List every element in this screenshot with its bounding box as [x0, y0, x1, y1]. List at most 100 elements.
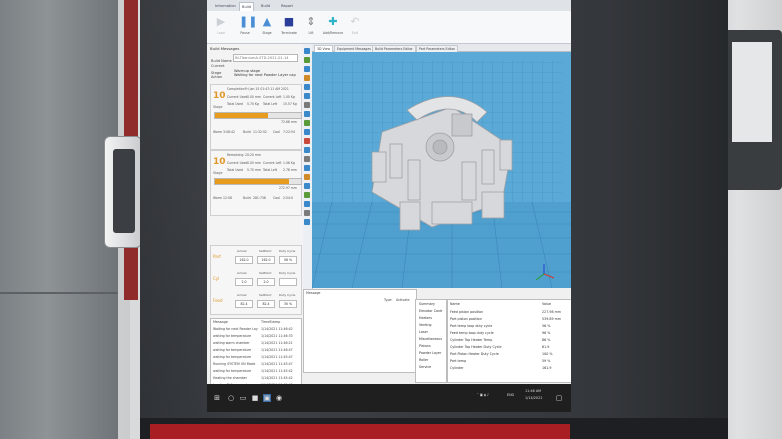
log-message: waiting warm chamber [213, 341, 250, 345]
log-message: Running SYSTEM ON Mode [213, 362, 256, 366]
tab-build-2[interactable]: Build [259, 2, 272, 10]
pause-icon: ❚❚ [239, 15, 258, 28]
view-icon[interactable] [304, 111, 310, 117]
terminate-button[interactable]: ■ Terminate [277, 13, 301, 41]
ribbon-toolbar: ▶ Load ❚❚ Pause ▲ Stage ■ Terminate ⇕ Li… [207, 11, 571, 44]
start-icon[interactable]: ⊞ [213, 394, 221, 402]
pause-button[interactable]: ❚❚ Pause [233, 13, 257, 41]
tab-equipment-messages[interactable]: Equipment Messages [334, 45, 374, 52]
view-tabs: 3D View Equipment Messages Build Paramet… [312, 44, 571, 52]
property-table[interactable]: Name Value Feed piston position 227.98 m… [447, 299, 571, 383]
explorer-icon[interactable]: ■ [251, 394, 259, 402]
action-row: ActionWaiting for next Powder Layer capa… [211, 73, 296, 79]
play-icon: ▶ [216, 15, 226, 28]
view-icon[interactable] [304, 138, 310, 144]
view-icon[interactable] [304, 183, 310, 189]
stage-progress-bar [214, 112, 302, 119]
3d-viewport[interactable] [312, 52, 571, 288]
log-time: 1/14/2021 11:46:33 [261, 334, 293, 338]
log-time: 1/14/2021 11:46:42 [261, 327, 293, 331]
windows-taskbar: ⊞ ○ ▭ ■ ▣ ◉ ˄ ▣ ◖ ♪ ENG 11:46 AM 1/14/20… [207, 384, 571, 412]
heater-status-box: Part Actual SetPoint Duty Cycle 162.0 16… [210, 245, 302, 315]
list-item[interactable]: Summary [419, 302, 435, 306]
stop-icon: ■ [283, 15, 295, 28]
list-item[interactable]: Miscellaneous [419, 337, 442, 341]
stage-number: 10 [213, 91, 226, 101]
log-message: waiting for temperature [213, 334, 252, 338]
table-row: Feed temp loop duty cycle [450, 331, 494, 335]
app-icon[interactable]: ▣ [263, 394, 271, 402]
view-icon[interactable] [304, 129, 310, 135]
table-row: Cylinder [450, 366, 464, 370]
view-icon[interactable] [304, 174, 310, 180]
3d-scene [312, 52, 571, 288]
log-message: Heating the chamber [213, 376, 247, 380]
list-item[interactable]: Laser [419, 330, 428, 334]
log-time: 1/14/2021 11:45:42 [261, 376, 293, 380]
view-icon[interactable] [304, 120, 310, 126]
view-icon[interactable] [304, 156, 310, 162]
log-message: waiting for temperature [213, 355, 252, 359]
tab-3d-view[interactable]: 3D View [314, 45, 334, 52]
clock-time[interactable]: 11:46 AM [525, 389, 541, 393]
table-row: Part temp [450, 359, 467, 363]
log-time: 1/14/2021 11:45:47 [261, 355, 293, 359]
stage-icon: ▲ [262, 15, 272, 28]
stage-button[interactable]: ▲ Stage [255, 13, 279, 41]
view-icon[interactable] [304, 192, 310, 198]
heater-row: Feed Actual SetPoint Duty Cycle 82.4 82.… [213, 293, 297, 308]
log-time: 1/14/2021 11:46:21 [261, 341, 293, 345]
tab-report[interactable]: Report [279, 2, 295, 10]
tab-build-parameters[interactable]: Build Parameters Editor [372, 45, 416, 52]
view-icon[interactable] [304, 210, 310, 216]
list-item[interactable]: Venting [419, 323, 432, 327]
view-icon[interactable] [304, 93, 310, 99]
undo-icon: ↶ [350, 15, 360, 28]
monitor-screen: Information Build Build Report ▶ Load ❚❚… [207, 0, 571, 412]
table-row: Cylinder Top Heater Duty Cycle [450, 345, 502, 349]
current-stage-row: Current Stage Warmup stage [211, 64, 261, 75]
view-icon[interactable] [304, 201, 310, 207]
lift-button[interactable]: ⇕ Lift [299, 13, 323, 41]
tab-build[interactable]: Build [239, 2, 255, 11]
view-icon[interactable] [304, 48, 310, 54]
add-remove-button[interactable]: ✚ Add/Remove [321, 13, 345, 41]
machine-handle [104, 136, 142, 248]
view-icon[interactable] [304, 102, 310, 108]
app-icon[interactable]: ◉ [275, 394, 283, 402]
view-icon[interactable] [304, 57, 310, 63]
layer-status-box: 10 Stage Remaining 20:20 mm Current Used… [210, 150, 302, 216]
view-icon[interactable] [304, 66, 310, 72]
notification-icon[interactable]: ▢ [555, 394, 563, 402]
build-name-field[interactable]: IN-TitaniumA-STD-2021-01-14 [233, 54, 298, 62]
photo-scene: Information Build Build Report ▶ Load ❚❚… [0, 0, 782, 439]
list-item[interactable]: Elevator Contr [419, 309, 443, 313]
view-icon[interactable] [304, 147, 310, 153]
heater-row: Part Actual SetPoint Duty Cycle 162.0 16… [213, 249, 297, 264]
view-icon[interactable] [304, 219, 310, 225]
equipment-message-pane[interactable]: Message Type Activate [303, 289, 417, 373]
log-message: waiting for temperature [213, 369, 252, 373]
list-item[interactable]: Powder Layer [419, 351, 441, 355]
list-item[interactable]: Roller [419, 358, 428, 362]
exit-button[interactable]: ↶ Exit [343, 13, 367, 41]
view-icon[interactable] [304, 165, 310, 171]
tab-information[interactable]: Information [213, 2, 238, 10]
search-icon[interactable]: ○ [227, 394, 235, 402]
task-view-icon[interactable]: ▭ [239, 394, 247, 402]
tab-part-parameters[interactable]: Part Parameters Editor [416, 45, 458, 52]
language-indicator[interactable]: ENG [507, 393, 514, 397]
list-item[interactable]: Heaters [419, 316, 432, 320]
view-icon[interactable] [304, 84, 310, 90]
heater-row: Cyl Actual SetPoint Duty Cycle 2.0 2.0 [213, 271, 297, 286]
category-list[interactable]: Summary Elevator Contr Heaters Venting L… [415, 299, 447, 383]
panel-title: Build Messages [210, 46, 240, 51]
table-row: Part Piston Heater Duty Cycle [450, 352, 499, 356]
stage-status-box: 10 Stage Completion Fri Jan 15 01:47:11 … [210, 84, 302, 150]
build-panel: Build Messages Build NameIN-TitaniumA-ST… [207, 44, 304, 410]
view-icon[interactable] [304, 75, 310, 81]
load-button[interactable]: ▶ Load [209, 13, 233, 41]
clock-date[interactable]: 1/14/2021 [525, 396, 542, 400]
list-item[interactable]: Pistons [419, 344, 431, 348]
list-item[interactable]: Service [419, 365, 431, 369]
